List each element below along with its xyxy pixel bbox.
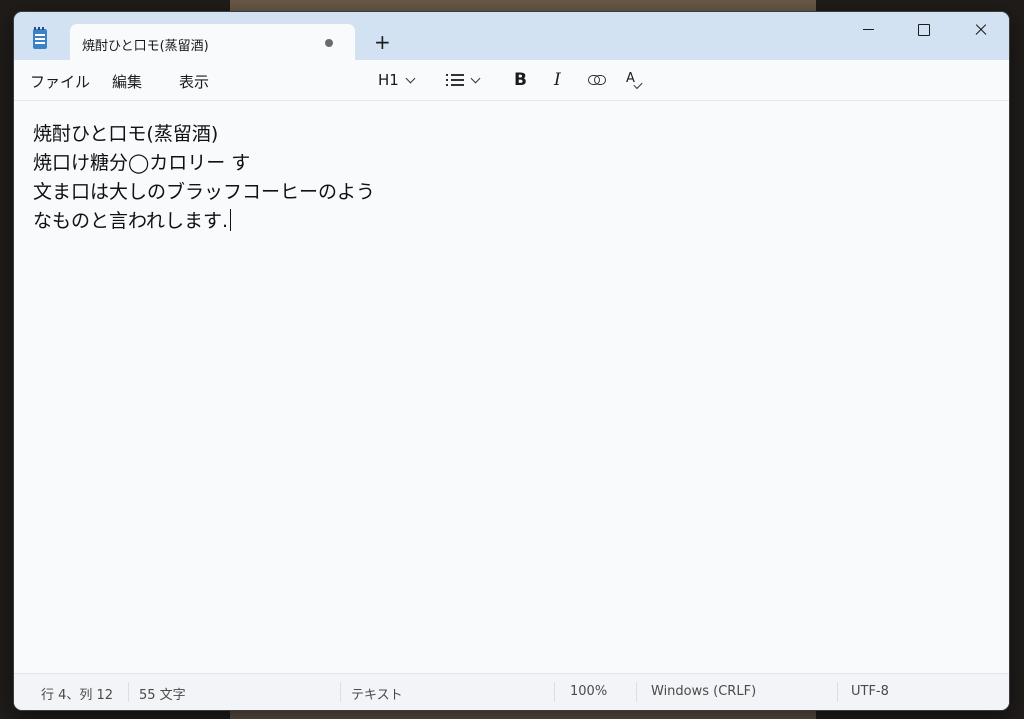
- document-text: 焼酎ひと口モ(蒸留酒) 焼口け糖分◯カロリー す 文ま口は大しのブラッフコーヒー…: [33, 120, 375, 236]
- menu-edit[interactable]: 編集: [112, 71, 142, 92]
- menu-view[interactable]: 表示: [179, 71, 209, 92]
- cursor-position[interactable]: 行 4、列 12: [41, 684, 113, 703]
- spell-check-button[interactable]: A: [626, 69, 644, 91]
- heading-dropdown[interactable]: H1: [378, 69, 416, 91]
- divider: [340, 682, 341, 702]
- tab-title: 焼酎ひと口モ(蒸留酒): [82, 39, 209, 54]
- list-dropdown[interactable]: [446, 69, 481, 91]
- bulleted-list-icon: [446, 74, 464, 86]
- maximize-button[interactable]: [896, 12, 952, 48]
- italic-button[interactable]: I: [554, 69, 561, 91]
- unsaved-dot-icon[interactable]: [325, 39, 333, 47]
- divider: [636, 682, 637, 702]
- text-caret: [230, 209, 232, 231]
- line-ending[interactable]: Windows (CRLF): [651, 684, 756, 699]
- text-editor[interactable]: 焼酎ひと口モ(蒸留酒) 焼口け糖分◯カロリー す 文ま口は大しのブラッフコーヒー…: [14, 101, 1009, 673]
- minimize-button[interactable]: [840, 12, 896, 48]
- text-line: 焼口け糖分◯カロリー す: [33, 152, 251, 174]
- text-line: 焼酎ひと口モ(蒸留酒): [33, 123, 219, 145]
- character-count: 55 文字: [139, 688, 186, 703]
- chevron-down-icon: [470, 73, 481, 83]
- encoding[interactable]: UTF-8: [851, 684, 889, 699]
- menu-bar: ファイル 編集 表示 H1 B I A: [14, 60, 1009, 136]
- text-line-with-caret: なものと言われします.: [33, 207, 375, 236]
- link-icon: [588, 75, 606, 85]
- notepad-icon: [33, 27, 47, 49]
- divider: [128, 682, 129, 702]
- bold-button[interactable]: B: [514, 69, 527, 91]
- spell-check-icon: A: [626, 71, 644, 89]
- link-button[interactable]: [588, 69, 606, 91]
- title-bar: 焼酎ひと口モ(蒸留酒) +: [14, 12, 1009, 60]
- status-bar: 行 4、列 12 55 文字 テキスト 100% Windows (CRLF) …: [14, 673, 1009, 710]
- notepad-window: 焼酎ひと口モ(蒸留酒) + ファイル 編集 表示 H1 B I A 焼酎ひと口モ…: [14, 12, 1009, 710]
- format-indicator[interactable]: テキスト: [351, 684, 403, 703]
- text-line: なものと言われします.: [33, 210, 229, 232]
- zoom-level[interactable]: 100%: [570, 684, 607, 699]
- text-line: 文ま口は大しのブラッフコーヒーのよう: [33, 181, 376, 203]
- menu-file[interactable]: ファイル: [30, 71, 90, 92]
- close-button[interactable]: [952, 12, 1008, 48]
- chevron-down-icon: [405, 73, 416, 83]
- divider: [554, 682, 555, 702]
- divider: [837, 682, 838, 702]
- new-tab-button[interactable]: +: [374, 32, 391, 52]
- heading-label: H1: [378, 71, 399, 89]
- document-tab[interactable]: 焼酎ひと口モ(蒸留酒): [70, 24, 355, 60]
